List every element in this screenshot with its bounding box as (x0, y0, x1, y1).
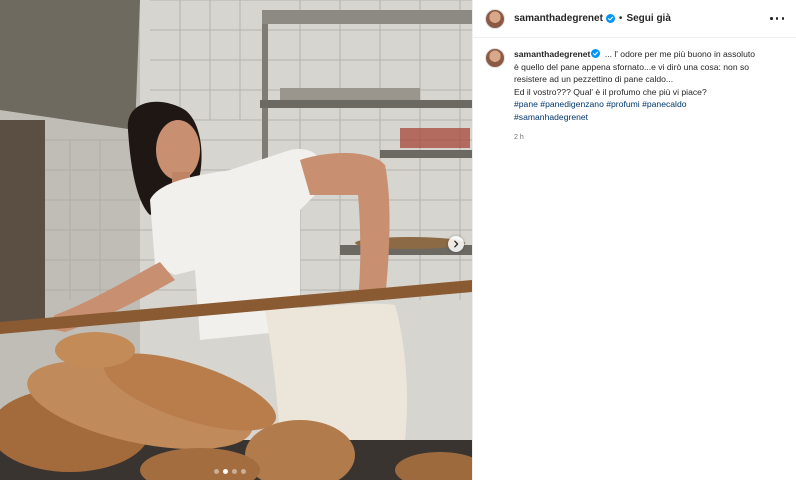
post-side-panel: samanthadegrenet • Segui già samanthadeg… (472, 0, 796, 480)
carousel-dot-active (223, 469, 228, 474)
hashtag-link[interactable]: #pane (514, 99, 538, 109)
avatar[interactable] (485, 8, 505, 29)
post-photo[interactable] (0, 0, 472, 480)
carousel-indicator (214, 469, 246, 474)
caption-line: resistere ad un pezzettino di pane caldo… (514, 74, 674, 85)
caption-line: Ed il vostro??? Qual' è il profumo che p… (514, 86, 707, 97)
caption-text: samanthadegrenet ... l' odore per me più… (514, 48, 774, 144)
hashtag-link[interactable]: #profumi (606, 99, 639, 109)
caption-avatar[interactable] (485, 48, 505, 68)
hashtag-link[interactable]: #samanhadegrenet (514, 112, 588, 122)
carousel-dot (214, 469, 219, 474)
hashtag-link[interactable]: #panedigenzano (540, 99, 604, 109)
verified-badge-icon (605, 14, 615, 23)
more-options-icon[interactable] (770, 12, 784, 26)
carousel-next-button[interactable] (448, 236, 464, 252)
header-separator: • (618, 13, 623, 24)
verified-badge-icon (591, 49, 601, 58)
carousel-dot (241, 469, 246, 474)
caption-line: ... l' odore per me più buono in assolut… (604, 49, 756, 59)
post-timestamp[interactable]: 2 h (514, 132, 774, 145)
caption-line: è quello del pane appena sfornato...e vi… (514, 61, 750, 72)
caption-row: samanthadegrenet ... l' odore per me più… (473, 38, 796, 144)
following-button[interactable]: Segui già (626, 13, 670, 24)
bakery-photo-illustration (0, 0, 472, 480)
header-username[interactable]: samanthadegrenet (514, 13, 603, 24)
carousel-dot (232, 469, 237, 474)
post-header: samanthadegrenet • Segui già (473, 0, 796, 38)
caption-username[interactable]: samanthadegrenet (514, 49, 590, 59)
hashtags: #pane #panedigenzano #profumi #panecaldo (514, 98, 774, 111)
chevron-right-icon (454, 240, 459, 248)
hashtag-link[interactable]: #panecaldo (642, 99, 686, 109)
